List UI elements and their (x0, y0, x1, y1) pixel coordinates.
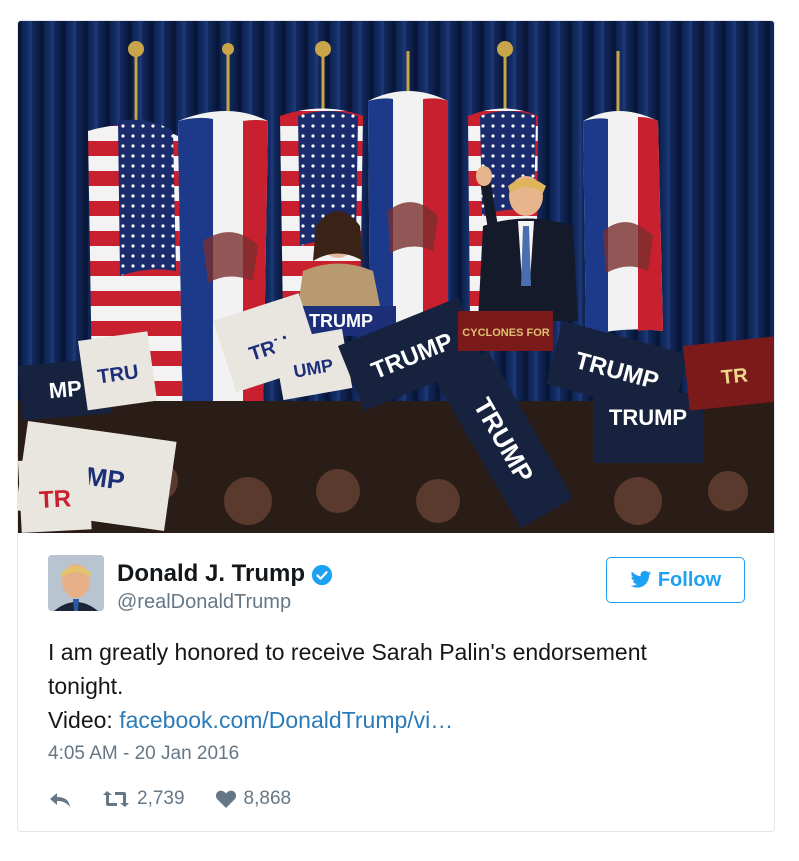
like-button[interactable]: 8,868 (215, 788, 292, 810)
profile-picture-icon (48, 555, 104, 611)
tweet-video-line: Video: facebook.com/DonaldTrump/vi… (48, 703, 728, 737)
tweet-card: TRUMP MP TRU TRU UMP TRUMP CYCLONES FOR … (17, 20, 775, 832)
author-name[interactable]: Donald J. Trump (117, 560, 305, 587)
sign-text-4: TRUMP (609, 405, 687, 430)
twitter-bird-icon (630, 570, 652, 588)
reply-icon (50, 793, 70, 807)
heart-icon (215, 790, 236, 808)
svg-text:MP: MP (48, 376, 83, 404)
podium-text: TRUMP (309, 311, 373, 331)
rally-photo-icon: TRUMP MP TRU TRU UMP TRUMP CYCLONES FOR … (18, 21, 774, 533)
tweet-body: I am greatly honored to receive Sarah Pa… (48, 639, 647, 699)
follow-button[interactable]: Follow (606, 557, 745, 603)
svg-text:TR: TR (720, 364, 749, 389)
tweet-text: I am greatly honored to receive Sarah Pa… (48, 635, 728, 737)
author-handle[interactable]: @realDonaldTrump (117, 591, 291, 614)
reply-button[interactable] (48, 789, 72, 809)
video-prefix: Video: (48, 707, 120, 733)
video-link[interactable]: facebook.com/DonaldTrump/vi… (119, 707, 453, 733)
follow-label: Follow (657, 568, 722, 591)
svg-text:TR: TR (38, 485, 71, 514)
author-name-row[interactable]: Donald J. Trump (117, 560, 333, 588)
like-count: 8,868 (243, 788, 292, 809)
retweet-button[interactable]: 2,739 (102, 788, 185, 810)
retweet-count: 2,739 (137, 788, 185, 809)
small-sign-text: CYCLONES FOR (462, 327, 549, 339)
tweet-timestamp[interactable]: 4:05 AM - 20 Jan 2016 (48, 743, 239, 765)
tweet-actions: 2,739 8,868 (48, 786, 321, 812)
retweet-icon (103, 791, 129, 807)
tweet-photo[interactable]: TRUMP MP TRU TRU UMP TRUMP CYCLONES FOR … (18, 21, 774, 533)
avatar[interactable] (48, 555, 104, 611)
verified-badge-icon (311, 564, 333, 585)
